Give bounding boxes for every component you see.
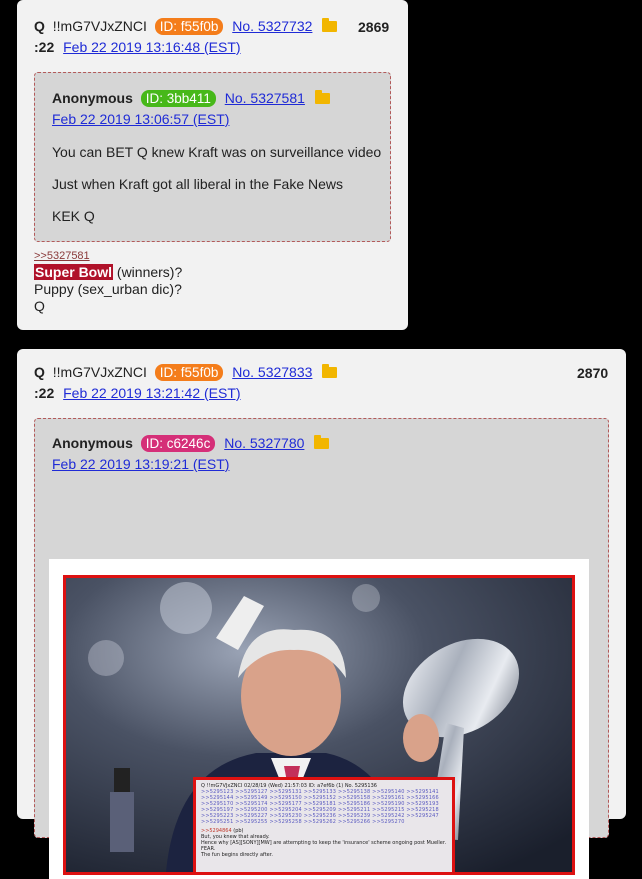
post-author: Q — [34, 364, 45, 380]
post-number-link[interactable]: No. 5327732 — [232, 18, 312, 34]
inset-line: Hence why [AS][SONY][MW] are attempting … — [201, 840, 447, 846]
quoted-header: Anonymous ID: 3bb411 No. 5327581 — [52, 90, 330, 107]
quoted-post: Anonymous ID: 3bb411 No. 5327581 Feb 22 … — [34, 72, 391, 242]
post-count: 2869 — [358, 19, 390, 35]
post-date-row: :22 Feb 22 2019 13:21:42 (EST) — [34, 385, 241, 401]
post-body-line: Puppy (sex_urban dic)? — [34, 281, 182, 297]
quoted-post: Anonymous ID: c6246c No. 5327780 Feb 22 … — [34, 418, 609, 879]
inset-line: The fun begins directly after. — [201, 852, 273, 858]
quoted-text-line: KEK Q — [52, 208, 95, 224]
post-header: Q !!mG7VJxZNCI ID: f55f0b No. 5327833 — [34, 364, 338, 381]
quoted-header: Anonymous ID: c6246c No. 5327780 — [52, 435, 330, 452]
post-body-line: Q — [34, 298, 45, 314]
photo: Q !!mG7VJxZNCI 02/28/19 (Wed) 21:57:03 I… — [63, 575, 575, 875]
post-card: Q !!mG7VJxZNCI ID: f55f0b No. 5327732 28… — [17, 0, 408, 330]
inset-link-row: >>5295251 >>5295255 >>5295258 >>5295262 … — [201, 819, 405, 825]
reply-link[interactable]: >>5327581 — [34, 250, 90, 262]
post-date-row: :22 Feb 22 2019 13:16:48 (EST) — [34, 39, 241, 55]
post-number-link[interactable]: No. 5327833 — [232, 364, 312, 380]
tripcode: !!mG7VJxZNCI — [52, 18, 147, 34]
quoted-number-link[interactable]: No. 5327581 — [225, 90, 305, 106]
post-body-line: Super Bowl (winners)? — [34, 264, 182, 280]
post-count: 2870 — [577, 365, 609, 381]
post-author: Q — [34, 18, 45, 34]
quoted-date-link[interactable]: Feb 22 2019 13:06:57 (EST) — [52, 111, 229, 127]
screenshot-inset: Q !!mG7VJxZNCI 02/28/19 (Wed) 21:57:03 I… — [193, 777, 455, 872]
post-card: Q !!mG7VJxZNCI ID: f55f0b No. 5327833 28… — [17, 349, 626, 879]
time-prefix: :22 — [34, 385, 55, 401]
body-text: (winners)? — [113, 264, 183, 280]
tripcode: !!mG7VJxZNCI — [52, 364, 147, 380]
poster-id-badge[interactable]: ID: f55f0b — [154, 364, 224, 381]
quoted-id-badge[interactable]: ID: 3bb411 — [140, 90, 216, 107]
post-date-link[interactable]: Feb 22 2019 13:21:42 (EST) — [63, 385, 240, 401]
folder-icon[interactable] — [314, 90, 330, 104]
quoted-number-link[interactable]: No. 5327780 — [224, 435, 304, 451]
time-prefix: :22 — [34, 39, 55, 55]
post-date-link[interactable]: Feb 22 2019 13:16:48 (EST) — [63, 39, 240, 55]
folder-icon[interactable] — [322, 364, 338, 378]
attached-image[interactable]: Q !!mG7VJxZNCI 02/28/19 (Wed) 21:57:03 I… — [49, 559, 589, 879]
quoted-date-link[interactable]: Feb 22 2019 13:19:21 (EST) — [52, 456, 229, 472]
quoted-text-line: Just when Kraft got all liberal in the F… — [52, 176, 344, 192]
poster-id-badge[interactable]: ID: f55f0b — [154, 18, 224, 35]
quoted-text-line: You can BET Q knew Kraft was on surveill… — [52, 144, 382, 160]
quoted-author: Anonymous — [52, 90, 133, 106]
highlighted-text: Super Bowl — [34, 264, 114, 280]
folder-icon[interactable] — [322, 18, 338, 32]
quoted-author: Anonymous — [52, 435, 133, 451]
post-header: Q !!mG7VJxZNCI ID: f55f0b No. 5327732 — [34, 18, 338, 35]
folder-icon[interactable] — [314, 435, 330, 449]
quoted-id-badge[interactable]: ID: c6246c — [140, 435, 216, 452]
